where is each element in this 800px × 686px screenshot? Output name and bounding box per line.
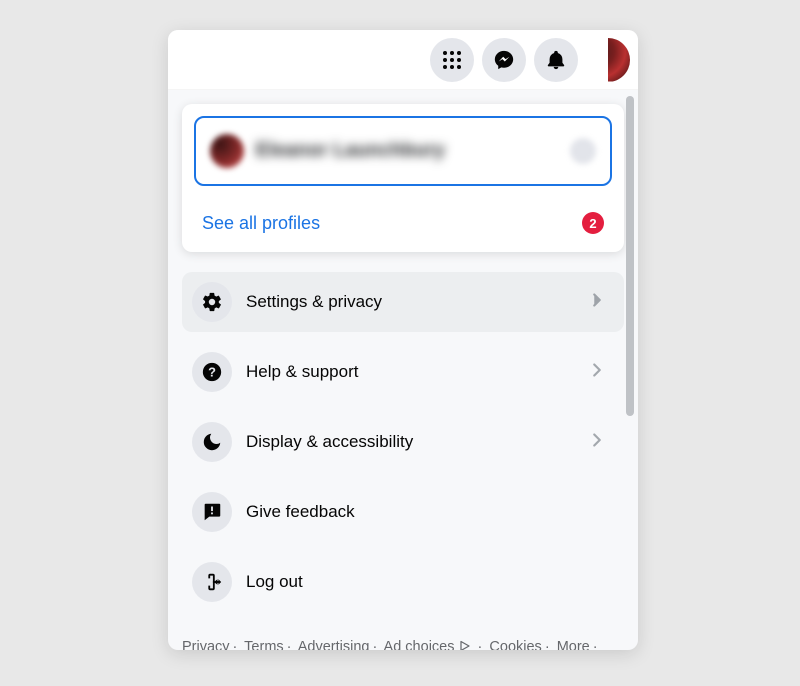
- menu-give-feedback[interactable]: Give feedback: [182, 482, 624, 542]
- profile-name: Eleanor Launchbury: [256, 140, 445, 162]
- menu-label: Give feedback: [246, 502, 355, 522]
- menu-label: Settings & privacy: [246, 292, 382, 312]
- profile-card: Eleanor Launchbury See all profiles 2: [182, 104, 624, 252]
- menu-display-accessibility[interactable]: Display & accessibility: [182, 412, 624, 472]
- menu-label: Log out: [246, 572, 303, 592]
- chevron-right-icon: [586, 429, 608, 456]
- profiles-badge: 2: [582, 212, 604, 234]
- menu-label: Help & support: [246, 362, 358, 382]
- chevron-right-icon: [586, 359, 608, 386]
- profile-accessory-icon: [570, 138, 596, 164]
- ad-choices-icon: [459, 637, 471, 650]
- account-menu-popover: Eleanor Launchbury See all profiles 2 Se…: [168, 30, 638, 650]
- footer-links: Privacy· Terms· Advertising· Ad choices …: [168, 628, 638, 650]
- footer-advertising[interactable]: Advertising: [298, 639, 370, 650]
- footer-cookies[interactable]: Cookies: [489, 639, 541, 650]
- notifications-bell-icon[interactable]: [534, 38, 578, 82]
- footer-privacy[interactable]: Privacy: [182, 639, 230, 650]
- account-avatar[interactable]: [586, 38, 630, 82]
- footer-terms[interactable]: Terms: [244, 639, 283, 650]
- see-all-profiles-button[interactable]: See all profiles 2: [182, 198, 624, 252]
- footer-ad-choices[interactable]: Ad choices: [384, 639, 475, 650]
- svg-text:?: ?: [208, 365, 216, 380]
- footer-more[interactable]: More: [557, 639, 590, 650]
- messenger-icon[interactable]: [482, 38, 526, 82]
- profile-avatar: [210, 134, 244, 168]
- menu-settings-privacy[interactable]: Settings & privacy: [182, 272, 624, 332]
- help-icon: ?: [192, 352, 232, 392]
- gear-icon: [192, 282, 232, 322]
- feedback-icon: [192, 492, 232, 532]
- content-area: Eleanor Launchbury See all profiles 2 Se…: [168, 90, 638, 628]
- menu-label: Display & accessibility: [246, 432, 413, 452]
- menu-log-out[interactable]: Log out: [182, 552, 624, 612]
- moon-icon: [192, 422, 232, 462]
- current-profile-row[interactable]: Eleanor Launchbury: [194, 116, 612, 186]
- menu-grid-icon[interactable]: [430, 38, 474, 82]
- menu-list: Settings & privacy ? Help & support: [182, 272, 624, 618]
- scrollbar[interactable]: [626, 96, 634, 416]
- top-header: [168, 30, 638, 90]
- logout-icon: [192, 562, 232, 602]
- chevron-right-icon: [586, 289, 608, 316]
- see-all-profiles-label: See all profiles: [202, 213, 320, 234]
- menu-help-support[interactable]: ? Help & support: [182, 342, 624, 402]
